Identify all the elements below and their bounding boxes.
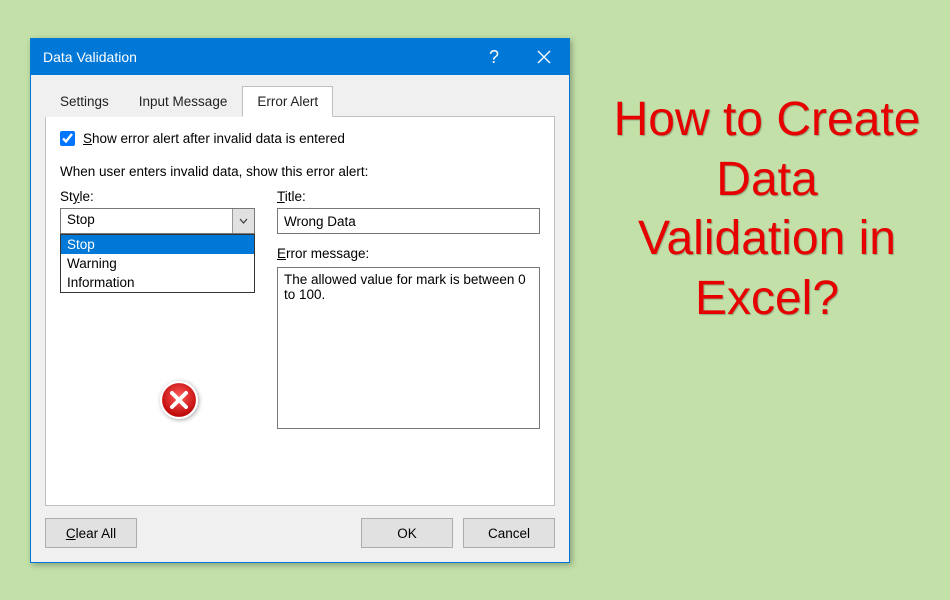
style-value: Stop bbox=[61, 209, 232, 233]
tab-input-message[interactable]: Input Message bbox=[124, 86, 243, 117]
button-row: Clear All OK Cancel bbox=[45, 518, 555, 548]
tab-settings[interactable]: Settings bbox=[45, 86, 124, 117]
error-message-label: Error message: bbox=[277, 246, 540, 261]
close-icon bbox=[537, 50, 551, 64]
chevron-down-icon bbox=[239, 218, 248, 224]
style-dropdown-list: Stop Warning Information bbox=[60, 234, 255, 293]
tabs: Settings Input Message Error Alert bbox=[45, 85, 555, 117]
tab-error-alert[interactable]: Error Alert bbox=[242, 86, 333, 117]
help-button[interactable]: ? bbox=[469, 39, 519, 75]
show-error-checkbox[interactable] bbox=[60, 131, 75, 146]
error-message-textarea[interactable] bbox=[277, 267, 540, 429]
dialog-body: Settings Input Message Error Alert Show … bbox=[31, 75, 569, 562]
style-label: Style: bbox=[60, 189, 255, 204]
dialog-title: Data Validation bbox=[43, 49, 137, 65]
show-error-checkbox-row[interactable]: Show error alert after invalid data is e… bbox=[60, 131, 540, 146]
close-button[interactable] bbox=[519, 39, 569, 75]
style-option-stop[interactable]: Stop bbox=[61, 235, 254, 254]
title-label: Title: bbox=[277, 189, 540, 204]
style-dropdown-button[interactable] bbox=[232, 209, 254, 233]
tab-panel-error-alert: Show error alert after invalid data is e… bbox=[45, 117, 555, 506]
data-validation-dialog: Data Validation ? Settings Input Message… bbox=[30, 38, 570, 563]
show-error-label: Show error alert after invalid data is e… bbox=[83, 131, 345, 146]
alert-prompt: When user enters invalid data, show this… bbox=[60, 164, 540, 179]
style-option-information[interactable]: Information bbox=[61, 273, 254, 292]
title-input[interactable] bbox=[277, 208, 540, 234]
style-dropdown[interactable]: Stop Stop Warning Information bbox=[60, 208, 255, 234]
page-headline: How to Create Data Validation in Excel? bbox=[612, 90, 922, 328]
style-option-warning[interactable]: Warning bbox=[61, 254, 254, 273]
clear-all-button[interactable]: Clear All bbox=[45, 518, 137, 548]
error-icon bbox=[158, 379, 200, 426]
cancel-button[interactable]: Cancel bbox=[463, 518, 555, 548]
titlebar[interactable]: Data Validation ? bbox=[31, 39, 569, 75]
ok-button[interactable]: OK bbox=[361, 518, 453, 548]
